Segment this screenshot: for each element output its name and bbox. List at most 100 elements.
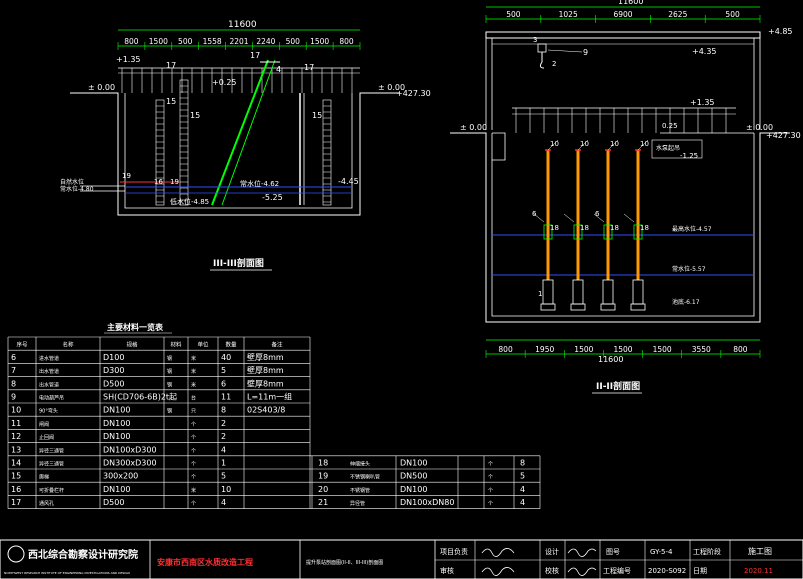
table-cell: 11 xyxy=(221,393,231,402)
table-cell: 钢 xyxy=(167,355,172,362)
level-water-low: -5.25 xyxy=(262,193,283,202)
table-cell: 可折叠栏杆 xyxy=(39,487,64,494)
table-cell: 6 xyxy=(221,379,226,388)
table-cell: 电动葫芦吊 xyxy=(39,395,64,402)
table-cell: 20 xyxy=(318,485,328,494)
table-cell: 个 xyxy=(488,488,493,494)
project-name: 安康市西南区水质改造工程 xyxy=(157,557,253,567)
dim-value: 1025 xyxy=(559,10,578,19)
callout-4: 4 xyxy=(276,65,281,74)
table-cell: 6 xyxy=(11,353,16,362)
callout-r10d: 10 xyxy=(640,140,649,148)
label-review: 审核 xyxy=(440,566,454,575)
table-cell: 8 xyxy=(221,406,226,415)
callout-r18c: 18 xyxy=(610,224,619,232)
callout-r10b: 10 xyxy=(580,140,589,148)
label-date: 日期 xyxy=(693,567,707,575)
table-cell: D500 xyxy=(103,498,124,507)
table-cell: 个 xyxy=(191,422,196,428)
table-cell: 异径三通管 xyxy=(39,461,64,468)
dim-chain-top: 500 1025 6900 2625 500 xyxy=(485,10,761,23)
table-cell: 出水管道 xyxy=(39,368,59,375)
table-cell: DN100 xyxy=(103,406,130,415)
table-cell: 个 xyxy=(191,435,196,441)
dim-value: 1500 xyxy=(574,345,593,354)
table-cell: 16 xyxy=(11,485,21,494)
dim-value: 1500 xyxy=(310,37,329,46)
callout-r6b: 6 xyxy=(595,210,600,218)
callout-r1a: 1 xyxy=(538,290,542,298)
table-cell: 40 xyxy=(221,353,231,362)
table-cell: 异径管 xyxy=(350,500,365,507)
table-cell: DN100xDN80 xyxy=(400,498,454,507)
table-cell: 出水管道 xyxy=(39,381,59,388)
table-cell: 止回阀 xyxy=(39,434,54,441)
left-note-2: 常水位-4.80 xyxy=(60,185,94,193)
table-cell: 4 xyxy=(520,498,525,507)
drawing-no: GY-5-4 xyxy=(650,548,673,556)
table-cell: 闸阀 xyxy=(39,421,49,428)
level-bottom: 低水位-4.85 xyxy=(170,197,209,206)
callout-15a: 15 xyxy=(166,97,176,106)
callout-r18a: 18 xyxy=(550,224,559,232)
table-cell: 02S403/8 xyxy=(247,406,285,415)
table-cell: DN500 xyxy=(400,472,427,481)
table-cell: 进水管道 xyxy=(39,355,59,362)
level-water-right: -4.45 xyxy=(338,177,359,186)
callout-17b: 17 xyxy=(250,51,260,60)
table-cell: 钢 xyxy=(167,408,172,415)
table-header: 规格 xyxy=(126,341,138,349)
table-header: 材料 xyxy=(170,341,182,349)
left-note-1: 自然水位 xyxy=(60,178,84,186)
project-no: 2020-S092 xyxy=(648,567,686,575)
table-cell: 21 xyxy=(318,498,328,507)
table-cell: 台 xyxy=(191,395,196,402)
table-cell: 壁厚8mm xyxy=(247,352,284,362)
level-inner2: -1.25 xyxy=(680,152,698,160)
table-cell: 伸缩接头 xyxy=(350,461,370,468)
level-ground-left: ± 0.00 xyxy=(88,83,115,92)
level-roof: +4.85 xyxy=(768,27,793,36)
table-cell: D100 xyxy=(103,353,124,362)
title-block: 西北综合勘察设计研究院 NORTHWEST RESEARCH INSTITUTE… xyxy=(0,539,803,579)
table-cell: DN300xD300 xyxy=(103,459,157,468)
table-cell: DN100 xyxy=(103,432,130,441)
table-cell: 17 xyxy=(11,498,21,507)
callout-17c: 17 xyxy=(304,63,314,72)
table-header: 名称 xyxy=(62,341,74,349)
stage-value: 施工图 xyxy=(748,546,772,556)
table-cell: 壁厚8mm xyxy=(247,378,284,388)
drawing-name: 提升泵站剖面图(II-II、III-III)剖面图 xyxy=(306,559,383,566)
level-inner-note: 水泵起吊 xyxy=(656,144,680,152)
callout-r10a: 10 xyxy=(550,140,559,148)
table-cell: 5 xyxy=(520,472,525,481)
callout-r18d: 18 xyxy=(640,224,649,232)
table-title: 主要材料一览表 xyxy=(107,322,164,332)
table-header: 序号 xyxy=(16,341,28,349)
table-cell: 2 xyxy=(221,432,226,441)
table-cell: 个 xyxy=(191,501,196,507)
section-iii-title: III-III剖面图 xyxy=(213,257,264,269)
label-drawing-no: 图号 xyxy=(606,548,620,556)
table-cell: 米 xyxy=(191,381,196,388)
dim-value: 800 xyxy=(339,37,354,46)
table-cell: 个 xyxy=(488,475,493,481)
table-cell: 只 xyxy=(191,409,196,415)
table-cell: 7 xyxy=(11,366,16,375)
table-cell: L=11m一组 xyxy=(247,392,292,402)
dim-value: 500 xyxy=(286,37,301,46)
table-cell: 19 xyxy=(318,472,328,481)
table-cell: 个 xyxy=(191,475,196,481)
table-cell: 11 xyxy=(11,419,21,428)
table-cell: DN100 xyxy=(103,485,130,494)
dim-value: 1500 xyxy=(149,37,168,46)
callout-r2: 2 xyxy=(552,60,556,68)
table-cell: DN100xD300 xyxy=(103,445,157,454)
table-cell: 米 xyxy=(191,368,196,375)
dim-value: 500 xyxy=(178,37,193,46)
table-cell: 2 xyxy=(221,419,226,428)
table-cell: 4 xyxy=(520,485,525,494)
level-crane: +4.35 xyxy=(692,47,717,56)
table-cell: 个 xyxy=(191,448,196,454)
table-cell: 通风孔 xyxy=(39,500,54,507)
